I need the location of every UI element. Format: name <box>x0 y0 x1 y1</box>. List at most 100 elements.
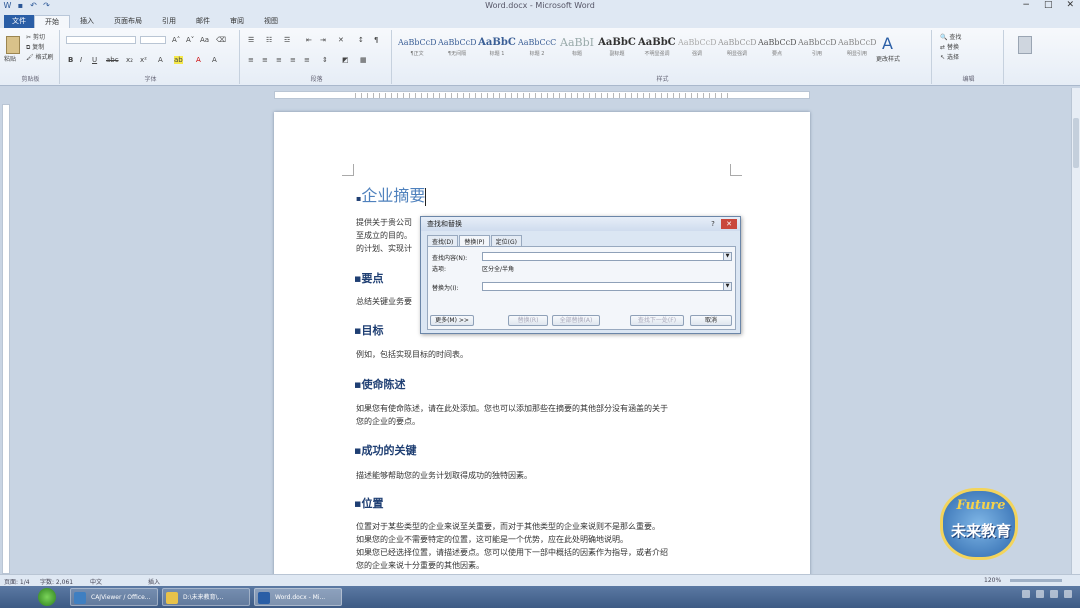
align-center-icon[interactable]: ≡ <box>262 56 268 64</box>
heading-1[interactable]: ▪企业摘要 <box>356 182 427 206</box>
section-heading[interactable]: ▪位置 <box>354 495 383 511</box>
page-count[interactable]: 页面: 1/4 <box>4 577 30 586</box>
tab-page-layout[interactable]: 页面布局 <box>104 15 152 28</box>
format-painter-button[interactable]: 🖌 格式刷 <box>26 54 54 62</box>
scroll-thumb[interactable] <box>1073 118 1079 168</box>
tray-icon[interactable] <box>1022 590 1030 598</box>
decrease-indent-icon[interactable]: ⇤ <box>306 36 312 44</box>
tray-icon[interactable] <box>1064 590 1072 598</box>
replace-with-input[interactable]: ▼ <box>482 282 732 291</box>
chinese-layout-icon[interactable]: ✕ <box>338 36 344 44</box>
replace-button[interactable]: ⇄ 替换 <box>940 44 959 52</box>
find-button[interactable]: 🔍 查找 <box>940 34 961 42</box>
style-intense-emphasis[interactable]: AaBbCcDd明显强调 <box>718 36 756 66</box>
tab-home[interactable]: 开始 <box>34 15 70 28</box>
paste-button[interactable]: 粘贴 <box>4 56 16 64</box>
shrink-font-icon[interactable]: A˅ <box>186 36 194 44</box>
subscript-icon[interactable]: x₂ <box>126 56 133 64</box>
style-quote[interactable]: AaBbCcDd引用 <box>798 36 836 66</box>
text-effects-icon[interactable]: A <box>158 56 163 64</box>
style-normal[interactable]: AaBbCcDd¶正文 <box>398 36 436 66</box>
chevron-down-icon[interactable]: ▼ <box>723 253 731 260</box>
justify-icon[interactable]: ≡ <box>290 56 296 64</box>
word-count[interactable]: 字数: 2,061 <box>40 577 73 586</box>
clear-format-icon[interactable]: ⌫ <box>216 36 226 44</box>
section-heading[interactable]: ▪使命陈述 <box>354 376 405 392</box>
tab-mailings[interactable]: 邮件 <box>186 15 220 28</box>
style-subtitle[interactable]: AaBbC 副标题 <box>598 36 636 66</box>
zoom-slider[interactable] <box>1010 579 1062 582</box>
font-size-box[interactable] <box>140 36 166 44</box>
select-button[interactable]: ↖ 选择 <box>940 54 959 62</box>
shading-icon[interactable]: ◩ <box>342 56 349 64</box>
paste-icon[interactable] <box>6 36 20 54</box>
section-body[interactable]: 位置对于某些类型的企业来说至关重要，而对于其他类型的企业来说则不是那么重要。 如… <box>356 520 736 572</box>
insert-mode[interactable]: 插入 <box>148 577 160 586</box>
line-spacing-icon[interactable]: ⇕ <box>322 56 328 64</box>
help-icon[interactable]: ? <box>708 219 718 229</box>
bold-icon[interactable]: B <box>68 56 73 64</box>
start-button[interactable] <box>38 588 56 606</box>
tab-insert[interactable]: 插入 <box>70 15 104 28</box>
borders-icon[interactable]: ▦ <box>360 56 367 64</box>
replace-button[interactable]: 替换(R) <box>508 315 548 326</box>
extra-tool-icon[interactable] <box>1018 36 1032 54</box>
change-styles-icon[interactable]: A <box>882 34 893 54</box>
chevron-down-icon[interactable]: ▼ <box>723 283 731 290</box>
cancel-button[interactable]: 取消 <box>690 315 732 326</box>
section-heading[interactable]: ▪目标 <box>354 322 383 338</box>
font-color-icon[interactable]: A <box>196 56 201 64</box>
taskbar-item-folder[interactable]: D:\未来教育\... <box>162 588 250 606</box>
section-body[interactable]: 如果您有使命陈述，请在此处添加。您也可以添加那些在摘要的其他部分没有涵盖的关于 … <box>356 402 736 428</box>
vertical-scrollbar[interactable] <box>1071 88 1080 574</box>
char-shading-icon[interactable]: A <box>212 56 217 64</box>
tray-icon[interactable] <box>1050 590 1058 598</box>
minimize-button[interactable]: − <box>1022 0 1030 10</box>
strikethrough-icon[interactable]: abc <box>106 56 119 64</box>
section-heading[interactable]: ▪成功的关键 <box>354 442 416 458</box>
show-marks-icon[interactable]: ¶ <box>374 36 378 44</box>
tab-view[interactable]: 视图 <box>254 15 288 28</box>
find-what-input[interactable]: ▼ <box>482 252 732 261</box>
align-right-icon[interactable]: ≡ <box>276 56 282 64</box>
style-subtle-emphasis[interactable]: AaBbCcDd不明显强调 <box>638 36 676 66</box>
document-page[interactable]: ▪企业摘要 提供关于贵公司 至成立的目的。 的计划、实现计 ▪要点 总结关键业务… <box>274 112 810 582</box>
tab-review[interactable]: 审阅 <box>220 15 254 28</box>
underline-icon[interactable]: U <box>92 56 97 64</box>
style-heading-2[interactable]: AaBbCcC 标题 2 <box>518 36 556 66</box>
tray-icon[interactable] <box>1036 590 1044 598</box>
section-body[interactable]: 例如，包括实现目标的时间表。 <box>356 348 736 361</box>
style-emphasis[interactable]: AaBbCcDd强调 <box>678 36 716 66</box>
grow-font-icon[interactable]: A˄ <box>172 36 180 44</box>
align-left-icon[interactable]: ≡ <box>248 56 254 64</box>
italic-icon[interactable]: I <box>80 56 82 64</box>
increase-indent-icon[interactable]: ⇥ <box>320 36 326 44</box>
close-window-button[interactable]: ✕ <box>1066 0 1074 10</box>
zoom-level[interactable]: 120% <box>984 577 1001 584</box>
copy-button[interactable]: ⧉ 复制 <box>26 44 44 52</box>
change-styles-button[interactable]: 更改样式 <box>876 56 900 64</box>
style-intense-quote[interactable]: AaBbCcDd明显引用 <box>838 36 876 66</box>
cut-button[interactable]: ✂ 剪切 <box>26 34 45 42</box>
style-title[interactable]: AaBbI 标题 <box>558 36 596 66</box>
numbering-icon[interactable]: ☷ <box>266 36 272 44</box>
find-next-button[interactable]: 查找下一处(F) <box>630 315 684 326</box>
superscript-icon[interactable]: x² <box>140 56 147 64</box>
dialog-close-button[interactable]: ✕ <box>721 219 737 229</box>
taskbar-item-word[interactable]: Word.docx - Mi... <box>254 588 342 606</box>
language-indicator[interactable]: 中文 <box>90 577 102 586</box>
more-button[interactable]: 更多(M) >> <box>430 315 474 326</box>
style-strong[interactable]: AaBbCcDd要点 <box>758 36 796 66</box>
sort-icon[interactable]: ↕ <box>358 36 364 44</box>
change-case-icon[interactable]: Aa <box>200 36 209 44</box>
taskbar-item-viewer[interactable]: CAJViewer / Office... <box>70 588 158 606</box>
section-body[interactable]: 描述能够帮助您的业务计划取得成功的独特因素。 <box>356 469 736 482</box>
maximize-button[interactable]: □ <box>1044 0 1053 10</box>
highlight-icon[interactable]: ab <box>174 56 183 64</box>
distributed-icon[interactable]: ≡ <box>304 56 310 64</box>
tab-file[interactable]: 文件 <box>4 15 34 28</box>
replace-all-button[interactable]: 全部替换(A) <box>552 315 600 326</box>
bullets-icon[interactable]: ☰ <box>248 36 254 44</box>
tab-references[interactable]: 引用 <box>152 15 186 28</box>
font-name-box[interactable] <box>66 36 136 44</box>
